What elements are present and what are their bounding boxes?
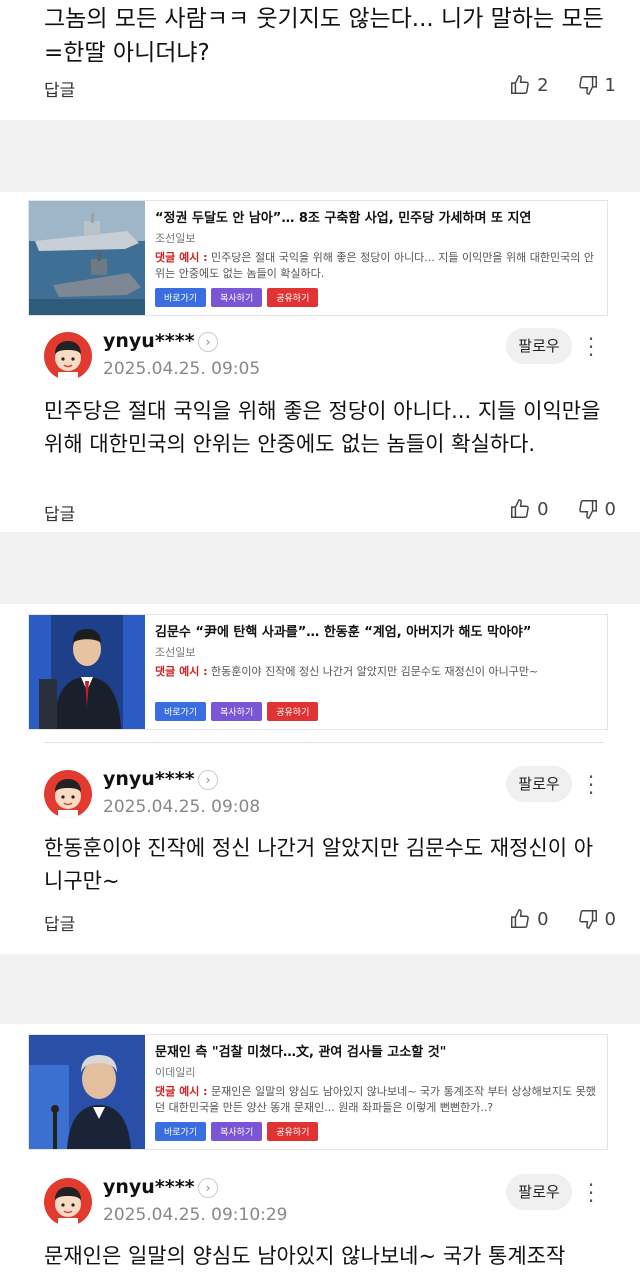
article-actions: 바로가기 복사하기 공유하기 <box>155 702 319 721</box>
like-count: 2 <box>537 74 549 96</box>
avatar[interactable] <box>44 770 92 818</box>
comment-body: 민주당은 절대 국익을 위해 좋은 정당이 아니다... 지들 이익만을 위해 … <box>44 399 601 456</box>
follow-button[interactable]: 팔로우 <box>506 1174 572 1210</box>
timestamp: 2025.04.25. 09:08 <box>103 797 261 817</box>
vote-bar: 0 0 <box>509 498 616 520</box>
article-actions: 바로가기 복사하기 공유하기 <box>155 288 319 307</box>
article-actions: 바로가기 복사하기 공유하기 <box>155 1122 319 1141</box>
article-thumbnail <box>29 615 145 729</box>
comment-example-label: 댓글 예시 : <box>155 251 208 264</box>
chevron-right-icon[interactable]: › <box>198 332 218 352</box>
comment-example-text: 한동훈이야 진작에 정신 나간거 알았지만 김문수도 재정신이 아니구만~ <box>211 665 539 678</box>
comment-block-top: 그놈의 모든 사람ㅋㅋ 웃기지도 않는다... 니가 말하는 모든 =한딸 아니… <box>0 0 640 120</box>
like-button[interactable]: 2 <box>509 74 549 96</box>
thumbs-up-icon <box>511 75 529 94</box>
share-button[interactable]: 공유하기 <box>267 702 319 721</box>
article-thumbnail <box>29 1035 145 1149</box>
more-vertical-icon[interactable]: · · · <box>584 1175 598 1211</box>
article-info: “정권 두달도 안 남아”… 8조 구축함 사업, 민주당 가세하며 또 지연 … <box>155 207 601 282</box>
more-vertical-icon[interactable]: · · · <box>584 767 598 803</box>
goto-button[interactable]: 바로가기 <box>155 702 207 721</box>
like-button[interactable]: 0 <box>509 908 549 930</box>
username[interactable]: ynyu**** <box>103 768 195 790</box>
comment-example: 댓글 예시 : 한동훈이야 진작에 정신 나간거 알았지만 김문수도 재정신이 … <box>155 664 601 680</box>
timestamp: 2025.04.25. 09:10:29 <box>103 1205 288 1225</box>
comment-example-label: 댓글 예시 : <box>155 665 208 678</box>
thumbs-down-icon <box>578 910 597 929</box>
avatar[interactable] <box>44 332 92 380</box>
article-source: 조선일보 <box>155 646 196 659</box>
username[interactable]: ynyu**** <box>103 1176 195 1198</box>
comment-block-1: “정권 두달도 안 남아”… 8조 구축함 사업, 민주당 가세하며 또 지연 … <box>0 192 640 532</box>
article-title: 김문수 “尹에 탄핵 사과를”… 한동훈 “계엄, 아버지가 해도 막아야” <box>155 625 532 640</box>
copy-button[interactable]: 복사하기 <box>211 702 263 721</box>
comment-body: 문재인은 일말의 양심도 남아있지 않나보네~ 국가 통계조작 <box>44 1244 566 1268</box>
article-source: 이데일리 <box>155 1066 196 1079</box>
comment-block-2: 김문수 “尹에 탄핵 사과를”… 한동훈 “계엄, 아버지가 해도 막아야” 조… <box>0 604 640 954</box>
article-card[interactable]: 문재인 측 "검찰 미쳤다…文, 관여 검사들 고소할 것" 이데일리 댓글 예… <box>28 1034 608 1150</box>
comment-example-text: 문재인은 일말의 양심도 남아있지 않나보네~ 국가 통계조작 부터 상상해보지… <box>155 1085 596 1114</box>
thumbs-up-icon <box>511 499 529 518</box>
dislike-button[interactable]: 0 <box>577 908 616 930</box>
comment-example: 댓글 예시 : 문재인은 일말의 양심도 남아있지 않나보네~ 국가 통계조작 … <box>155 1084 601 1116</box>
comment-example: 댓글 예시 : 민주당은 절대 국익을 위해 좋은 정당이 아니다... 지들 … <box>155 250 601 282</box>
more-vertical-icon[interactable]: · · · <box>584 329 598 365</box>
comment-body: 한동훈이야 진작에 정신 나간거 알았지만 김문수도 재정신이 아니구만~ <box>44 836 594 893</box>
article-thumbnail <box>29 201 145 315</box>
article-card[interactable]: 김문수 “尹에 탄핵 사과를”… 한동훈 “계엄, 아버지가 해도 막아야” 조… <box>28 614 608 730</box>
vote-bar: 2 1 <box>509 74 616 96</box>
article-card[interactable]: “정권 두달도 안 남아”… 8조 구축함 사업, 민주당 가세하며 또 지연 … <box>28 200 608 316</box>
share-button[interactable]: 공유하기 <box>267 1122 319 1141</box>
dislike-count: 1 <box>604 74 616 96</box>
dislike-count: 0 <box>604 498 616 520</box>
comment-block-3: 문재인 측 "검찰 미쳤다…文, 관여 검사들 고소할 것" 이데일리 댓글 예… <box>0 1024 640 1280</box>
dislike-button[interactable]: 0 <box>577 498 616 520</box>
comment-example-label: 댓글 예시 : <box>155 1085 208 1098</box>
thumbs-up-icon <box>511 909 529 928</box>
reply-button[interactable]: 답글 <box>44 500 75 525</box>
follow-button[interactable]: 팔로우 <box>506 766 572 802</box>
divider <box>44 742 604 743</box>
like-count: 0 <box>537 498 549 520</box>
thumbs-down-icon <box>578 76 597 95</box>
chevron-right-icon[interactable]: › <box>198 1178 218 1198</box>
like-count: 0 <box>537 908 549 930</box>
goto-button[interactable]: 바로가기 <box>155 1122 207 1141</box>
dislike-count: 0 <box>604 908 616 930</box>
reply-button[interactable]: 답글 <box>44 910 75 935</box>
copy-button[interactable]: 복사하기 <box>211 288 263 307</box>
dislike-button[interactable]: 1 <box>577 74 616 96</box>
reply-button[interactable]: 답글 <box>44 76 75 101</box>
goto-button[interactable]: 바로가기 <box>155 288 207 307</box>
chevron-right-icon[interactable]: › <box>198 770 218 790</box>
follow-button[interactable]: 팔로우 <box>506 328 572 364</box>
comment-example-text: 민주당은 절대 국익을 위해 좋은 정당이 아니다... 지들 이익만을 위해 … <box>155 251 594 280</box>
username[interactable]: ynyu**** <box>103 330 195 352</box>
article-info: 김문수 “尹에 탄핵 사과를”… 한동훈 “계엄, 아버지가 해도 막아야” 조… <box>155 621 601 680</box>
timestamp: 2025.04.25. 09:05 <box>103 359 261 379</box>
article-source: 조선일보 <box>155 232 196 245</box>
vote-bar: 0 0 <box>509 908 616 930</box>
avatar[interactable] <box>44 1178 92 1226</box>
article-title: 문재인 측 "검찰 미쳤다…文, 관여 검사들 고소할 것" <box>155 1045 447 1060</box>
share-button[interactable]: 공유하기 <box>267 288 319 307</box>
like-button[interactable]: 0 <box>509 498 549 520</box>
copy-button[interactable]: 복사하기 <box>211 1122 263 1141</box>
comment-body: 그놈의 모든 사람ㅋㅋ 웃기지도 않는다... 니가 말하는 모든 =한딸 아니… <box>44 6 604 66</box>
article-title: “정권 두달도 안 남아”… 8조 구축함 사업, 민주당 가세하며 또 지연 <box>155 211 532 226</box>
thumbs-down-icon <box>578 500 597 519</box>
article-info: 문재인 측 "검찰 미쳤다…文, 관여 검사들 고소할 것" 이데일리 댓글 예… <box>155 1041 601 1116</box>
